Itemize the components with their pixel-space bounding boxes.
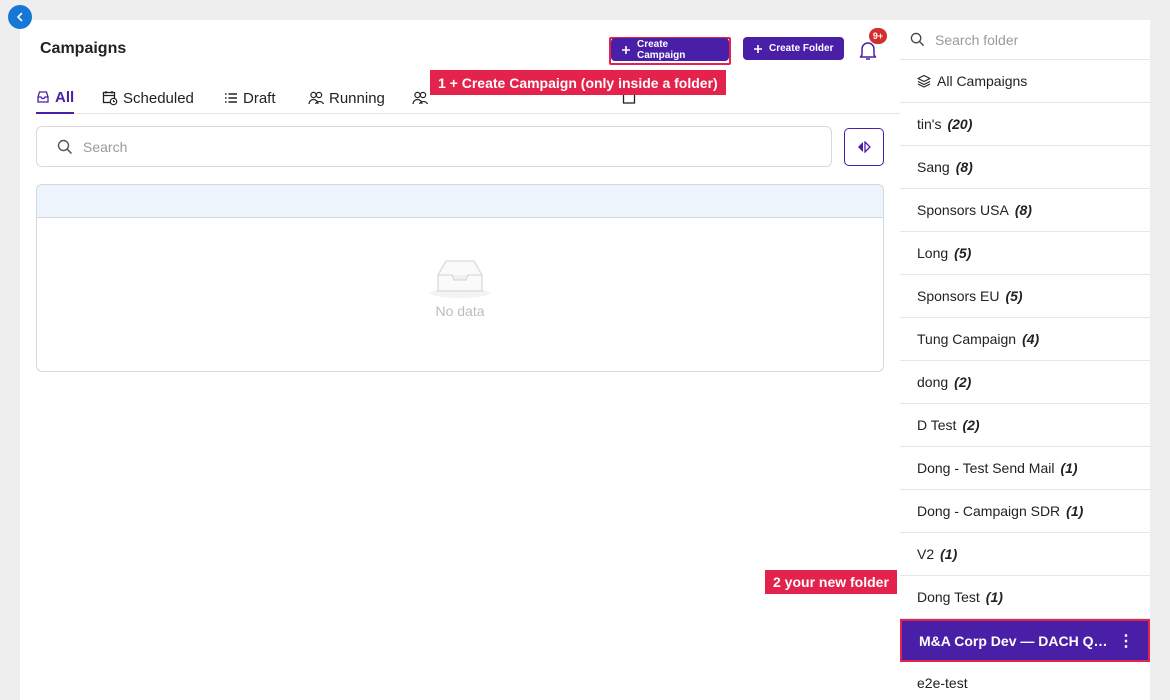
folder-name: Long (917, 245, 949, 261)
search-input[interactable]: Search (36, 126, 832, 167)
layers-icon (917, 74, 931, 88)
tab-all[interactable]: All (36, 82, 75, 114)
callout-step-2: 2 your new folder (765, 570, 897, 594)
folder-item[interactable]: Long (5) (900, 232, 1150, 275)
tab-scheduled[interactable]: Scheduled (102, 82, 194, 114)
folder-item[interactable]: V2 (1) (900, 533, 1150, 576)
folder-name: V2 (917, 546, 935, 562)
folder-item[interactable]: Dong Test (1) (900, 576, 1150, 619)
folder-count: (8) (955, 159, 973, 175)
folder-name: Sang (917, 159, 950, 175)
tab-draft[interactable]: Draft (224, 82, 276, 114)
chevron-left-icon (16, 12, 23, 22)
folder-item[interactable]: Dong - Test Send Mail (1) (900, 447, 1150, 490)
search-icon (57, 139, 73, 154)
folder-item[interactable]: Dong - Campaign SDR (1) (900, 490, 1150, 533)
folder-count: (2) (954, 374, 972, 390)
create-campaign-label: Create Campaign (636, 38, 686, 61)
plus-icon (754, 44, 762, 53)
folder-count: (5) (954, 245, 972, 261)
folder-name: Tung Campaign (917, 331, 1017, 347)
calendar-clock-icon (102, 91, 118, 106)
folder-count: (4) (1022, 331, 1040, 347)
callout-step-1: 1 + Create Campaign (only inside a folde… (430, 70, 726, 95)
tab-finished[interactable] (412, 82, 428, 114)
tab-running[interactable]: Running (308, 82, 385, 114)
folder-count: (2) (962, 417, 980, 433)
users-icon (308, 91, 324, 105)
folder-item[interactable]: dong (2) (900, 361, 1150, 404)
folder-name: tin's (917, 116, 942, 132)
users-icon (412, 91, 428, 105)
search-placeholder: Search (83, 138, 128, 155)
tab-label: All (55, 88, 75, 106)
folder-sidebar: Search folder All Campaigns tin's (20) San… (900, 20, 1150, 700)
inbox-icon (37, 91, 49, 103)
create-folder-label: Create Folder (769, 43, 834, 54)
folder-item[interactable]: e2e-test (900, 662, 1150, 700)
folder-count: (1) (1060, 460, 1078, 476)
folder-count: (1) (1066, 503, 1084, 519)
list-icon (225, 93, 237, 103)
folder-search-placeholder: Search folder (935, 31, 1019, 48)
create-folder-button[interactable]: Create Folder (743, 37, 844, 60)
folder-name: Dong Test (917, 589, 980, 605)
all-campaigns-item[interactable]: All Campaigns (900, 60, 1150, 103)
folder-name: M&A Corp Dev — DACH Q4 ... (919, 632, 1112, 649)
folder-item-selected[interactable]: M&A Corp Dev — DACH Q4 ... ⋮ (900, 619, 1150, 662)
campaigns-table: No data (36, 184, 884, 372)
folder-count: (1) (940, 546, 958, 562)
folder-name: e2e-test (917, 675, 968, 691)
empty-text: No data (435, 303, 485, 319)
empty-inbox-icon (430, 260, 490, 298)
tab-label: Running (329, 89, 385, 107)
tab-label: Scheduled (123, 89, 194, 107)
folder-item[interactable]: Tung Campaign (4) (900, 318, 1150, 361)
folder-count: (5) (1005, 288, 1023, 304)
empty-state: No data (37, 255, 883, 319)
folder-name: D Test (917, 417, 957, 433)
split-arrows-icon (858, 141, 871, 153)
folder-count: (8) (1014, 202, 1032, 218)
folder-name: Dong - Campaign SDR (917, 503, 1061, 519)
folder-search-input[interactable]: Search folder (900, 20, 1150, 60)
folder-name: Sponsors EU (917, 288, 1000, 304)
table-header (37, 185, 883, 218)
tab-label: Draft (243, 89, 276, 107)
campaigns-panel: Campaigns Create Campaign Create Folder … (20, 20, 900, 700)
folder-item[interactable]: D Test (2) (900, 404, 1150, 447)
folder-item[interactable]: Sponsors USA (8) (900, 189, 1150, 232)
all-campaigns-label: All Campaigns (937, 73, 1028, 89)
folder-name: Dong - Test Send Mail (917, 460, 1055, 476)
folder-list: tin's (20) Sang (8) Sponsors USA (8) Long (5) Sp… (900, 103, 1150, 619)
folder-count: (20) (947, 116, 973, 132)
folder-name: dong (917, 374, 949, 390)
search-icon (910, 32, 925, 47)
more-options-icon[interactable]: ⋮ (1118, 631, 1134, 651)
back-button[interactable] (8, 5, 32, 29)
folder-item[interactable]: Sponsors EU (5) (900, 275, 1150, 318)
page-title: Campaigns (40, 40, 127, 57)
folder-name: Sponsors USA (917, 202, 1009, 218)
plus-icon (621, 45, 630, 54)
collapse-toggle-button[interactable] (844, 128, 884, 166)
create-campaign-button[interactable]: Create Campaign (611, 38, 729, 61)
folder-count: (1) (985, 589, 1003, 605)
folder-item[interactable]: tin's (20) (900, 103, 1150, 146)
folder-item[interactable]: Sang (8) (900, 146, 1150, 189)
notification-badge: 9+ (869, 28, 887, 44)
